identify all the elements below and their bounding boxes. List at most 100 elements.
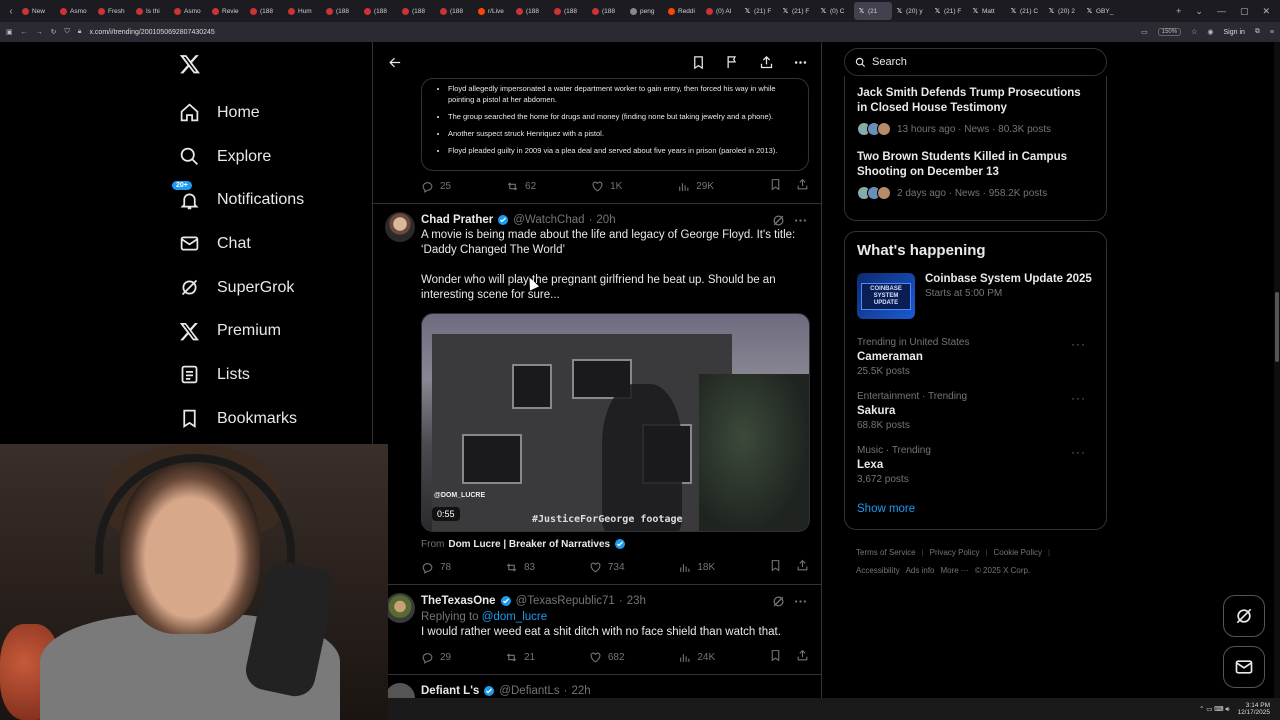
browser-tab[interactable]: (188 (246, 2, 284, 20)
footer-link[interactable]: Privacy Policy (930, 544, 980, 562)
news-item[interactable]: Two Brown Students Killed in Campus Shoo… (857, 150, 1094, 200)
nav-item-notifications[interactable]: 20+ Notifications (172, 178, 375, 222)
share-icon[interactable] (757, 53, 775, 71)
grok-icon[interactable] (769, 211, 787, 229)
author-name[interactable]: Chad Prather (421, 214, 493, 226)
post-time[interactable]: 22h (571, 685, 590, 697)
browser-tab[interactable]: (188 (550, 2, 588, 20)
video-player[interactable]: @DOM_LUCRE 0:55 #JusticeForGeorge footag… (421, 313, 810, 532)
post-time[interactable]: 23h (627, 595, 646, 607)
reply-button[interactable]: 25 (421, 180, 451, 193)
bookmark-icon[interactable] (769, 178, 782, 194)
views-button[interactable]: 29K (677, 180, 714, 193)
more-options-icon[interactable] (791, 53, 809, 71)
browser-tab[interactable]: 𝕏 (21) F (778, 2, 816, 20)
more-options-icon[interactable] (791, 211, 809, 229)
browser-tab[interactable]: (188 (512, 2, 550, 20)
browser-tab[interactable]: Is thi (132, 2, 170, 20)
tweet-chad-prather[interactable]: Chad Prather @WatchChad · 20h A movie is… (373, 204, 821, 550)
more-options-icon[interactable]: ··· (1071, 391, 1086, 405)
avatar[interactable] (385, 593, 415, 623)
x-logo-icon[interactable] (179, 53, 209, 83)
trend-item[interactable]: Music · Trending Lexa 3,672 posts ··· (857, 445, 1094, 485)
shield-icon[interactable]: ⛉ (65, 28, 70, 36)
grok-summary-card[interactable]: Floyd allegedly impersonated a water dep… (421, 78, 809, 171)
nav-item-bookmarks[interactable]: Bookmarks (175, 397, 375, 441)
zoom-level[interactable]: 150% (1157, 28, 1182, 36)
close-icon[interactable]: ✕ (1262, 6, 1270, 17)
maximize-icon[interactable]: ▢ (1240, 6, 1249, 17)
browser-tab[interactable]: 𝕏 (0) C (816, 2, 854, 20)
browser-tab[interactable]: 𝕏 (20) y (892, 2, 930, 20)
author-handle[interactable]: @WatchChad (513, 214, 584, 226)
reply-button[interactable]: 29 (421, 651, 451, 664)
nav-item-lists[interactable]: Lists (175, 353, 375, 397)
browser-tab[interactable]: Hum (284, 2, 322, 20)
tray-icons[interactable]: ⌃ ▭ ⌨ 🔊︎ (1199, 705, 1229, 714)
share-icon[interactable] (796, 178, 809, 194)
forward-icon[interactable]: → (36, 29, 43, 36)
like-button[interactable]: 734 (589, 561, 625, 574)
bookmark-icon[interactable] (769, 559, 782, 575)
post-time[interactable]: 20h (596, 214, 615, 226)
browser-tab[interactable]: Asmo (56, 2, 94, 20)
browser-tab[interactable]: (188 (436, 2, 474, 20)
extensions-icon[interactable]: ⧉ (1255, 28, 1260, 36)
reply-button[interactable]: 78 (421, 561, 451, 574)
trend-item[interactable]: Entertainment · Trending Sakura 68.8K post… (857, 391, 1094, 431)
browser-tab[interactable]: Reddi (664, 2, 702, 20)
new-tab-icon[interactable]: + (1176, 6, 1181, 17)
url-field[interactable]: x.com/i/trending/2001050692807430245 (89, 29, 214, 36)
nav-item-premium[interactable]: Premium (175, 309, 375, 353)
page-scrollbar[interactable] (1274, 42, 1280, 698)
replying-to-link[interactable]: @dom_lucre (482, 611, 547, 623)
messages-fab-button[interactable] (1223, 646, 1265, 688)
repost-button[interactable]: 62 (506, 180, 536, 193)
sign-in-button[interactable]: Sign in (1224, 29, 1245, 36)
browser-tab[interactable]: 𝕏 (21) F (740, 2, 778, 20)
footer-link[interactable]: Accessibility (856, 562, 900, 580)
browser-tab[interactable]: r/Live (474, 2, 512, 20)
browser-tab[interactable]: peng (626, 2, 664, 20)
event-item[interactable]: COINBASE SYSTEM UPDATE Coinbase System U… (857, 273, 1094, 319)
views-button[interactable]: 18K (678, 561, 715, 574)
sidebar-toggle-icon[interactable]: ▣ (6, 28, 13, 36)
more-options-icon[interactable] (791, 592, 809, 610)
show-more-link[interactable]: Show more (857, 499, 1094, 521)
trend-item[interactable]: Trending in United States Cameraman 25.5K … (857, 337, 1094, 377)
browser-tab[interactable]: New (18, 2, 56, 20)
star-icon[interactable]: ☆ (1191, 28, 1197, 36)
author-name[interactable]: Defiant L's (421, 685, 479, 697)
nav-item-explore[interactable]: Explore (175, 135, 375, 179)
grok-icon[interactable] (769, 592, 787, 610)
repost-button[interactable]: 21 (505, 651, 535, 664)
browser-tab[interactable]: 𝕏 (21) C (1006, 2, 1044, 20)
reload-icon[interactable]: ↻ (51, 28, 57, 36)
report-flag-icon[interactable] (723, 53, 741, 71)
nav-item-chat[interactable]: Chat (175, 222, 375, 266)
browser-tab[interactable]: 𝕏 (21 (854, 2, 892, 20)
like-button[interactable]: 1K (591, 180, 622, 193)
share-icon[interactable] (796, 559, 809, 575)
footer-link[interactable]: Cookie Policy (994, 544, 1042, 562)
browser-tab[interactable]: (0) Al (702, 2, 740, 20)
browser-tab[interactable]: 𝕏 (21) F (930, 2, 968, 20)
browser-tab[interactable]: (188 (322, 2, 360, 20)
avatar[interactable] (385, 212, 415, 242)
back-arrow-icon[interactable] (385, 53, 403, 71)
browser-tab[interactable]: Revie (208, 2, 246, 20)
author-handle[interactable]: @TexasRepublic71 (516, 595, 615, 607)
like-button[interactable]: 682 (589, 651, 625, 664)
browser-tab[interactable]: 𝕏 Matt (968, 2, 1006, 20)
share-icon[interactable] (796, 649, 809, 665)
news-item[interactable]: Jack Smith Defends Trump Prosecutions in… (857, 86, 1094, 136)
tweet-defiant-ls[interactable]: Defiant L's @DefiantLs · 22h (373, 675, 821, 713)
grok-fab-button[interactable] (1223, 595, 1265, 637)
browser-tab[interactable]: Asmo (170, 2, 208, 20)
repost-button[interactable]: 83 (505, 561, 535, 574)
bookmark-icon[interactable] (689, 53, 707, 71)
account-icon[interactable]: ◉ (1207, 28, 1213, 36)
more-options-icon[interactable]: ··· (1071, 445, 1086, 459)
tab-list-icon[interactable]: ⌄ (1195, 6, 1203, 17)
author-handle[interactable]: @DefiantLs (499, 685, 559, 697)
